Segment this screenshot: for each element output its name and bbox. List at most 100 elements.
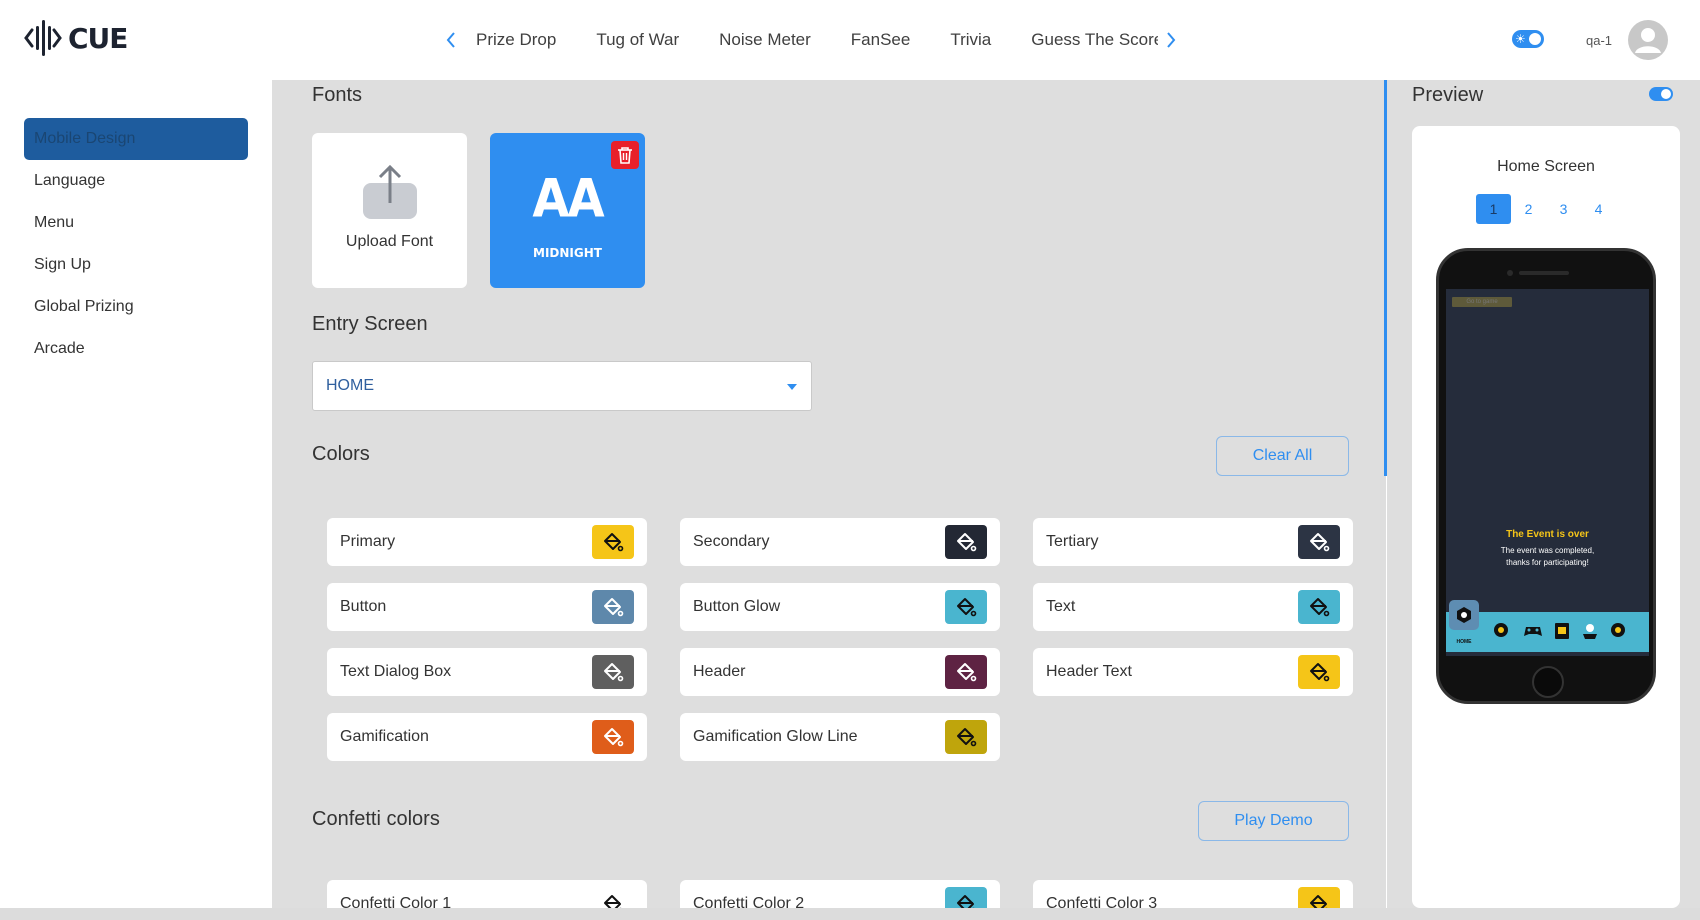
upload-font-card[interactable]: Upload Font (312, 133, 467, 288)
preview-title: Preview (1412, 84, 1484, 106)
phone-bottom-nav: HOME (1446, 600, 1649, 652)
tabs-prev-button[interactable] (438, 22, 464, 58)
preview-toggle[interactable] (1649, 87, 1673, 101)
prize-badge-icon[interactable] (1610, 622, 1626, 640)
color-card-button-glow[interactable]: Button Glow (680, 583, 1000, 631)
user-icon (1635, 28, 1661, 53)
sun-icon: ☀ (1515, 32, 1526, 46)
tabs-next-button[interactable] (1158, 22, 1184, 58)
phone-camera (1507, 270, 1513, 276)
sidebar: Mobile Design Language Menu Sign Up Glob… (0, 80, 272, 908)
color-label: Gamification Glow Line (693, 728, 858, 745)
entry-screen-value: HOME (326, 377, 374, 394)
phone-speaker (1519, 271, 1569, 275)
play-demo-button[interactable]: Play Demo (1198, 801, 1349, 841)
caret-down-icon (787, 384, 797, 390)
phone-screen: Go to game The Event is over The event w… (1446, 289, 1649, 656)
color-card-secondary[interactable]: Secondary (680, 518, 1000, 566)
sidebar-item-sign-up[interactable]: Sign Up (24, 244, 248, 286)
color-card-gamification[interactable]: Gamification (327, 713, 647, 761)
color-label: Primary (340, 533, 396, 550)
color-swatch-button[interactable] (1298, 655, 1340, 689)
toggle-knob (1529, 33, 1541, 45)
soundwave-logo-icon (24, 20, 62, 56)
event-title: The Event is over (1506, 529, 1589, 540)
tab-trivia[interactable]: Trivia (950, 30, 991, 50)
page-4-button[interactable]: 4 (1581, 194, 1616, 224)
color-card-button[interactable]: Button (327, 583, 647, 631)
trophy-badge-icon[interactable] (1493, 622, 1509, 640)
event-message: The event was completed, thanks for part… (1446, 545, 1649, 569)
tab-fansee[interactable]: FanSee (851, 30, 911, 50)
color-swatch-button[interactable] (945, 655, 987, 689)
confetti-title: Confetti colors (312, 808, 440, 830)
mascot-icon[interactable] (1582, 622, 1598, 640)
chevron-left-icon (446, 32, 455, 48)
delete-font-button[interactable] (611, 141, 639, 169)
logo-text: CUE (68, 21, 128, 55)
user-name: qa-1 (1586, 33, 1613, 48)
color-card-gamification-glow-line[interactable]: Gamification Glow Line (680, 713, 1000, 761)
font-preview-glyph: AA (532, 168, 604, 230)
color-card-header[interactable]: Header (680, 648, 1000, 696)
sidebar-item-global-prizing[interactable]: Global Prizing (24, 286, 248, 328)
color-label: Text (1046, 598, 1076, 615)
sidebar-item-mobile-design[interactable]: Mobile Design (24, 118, 248, 160)
phone-home-button (1532, 666, 1564, 698)
nav-home-tile[interactable] (1449, 600, 1479, 630)
page-1-button[interactable]: 1 (1476, 194, 1511, 224)
color-card-header-text[interactable]: Header Text (1033, 648, 1353, 696)
page-3-button[interactable]: 3 (1546, 194, 1581, 224)
tab-noise-meter[interactable]: Noise Meter (719, 30, 811, 50)
fonts-title: Fonts (312, 84, 363, 106)
sidebar-item-arcade[interactable]: Arcade (24, 328, 248, 370)
game-tabs: Prize Drop Tug of War Noise Meter FanSee… (438, 22, 1184, 58)
color-card-primary[interactable]: Primary (327, 518, 647, 566)
card-icon[interactable] (1554, 622, 1570, 640)
home-badge-icon (1457, 607, 1471, 623)
tab-tug-of-war[interactable]: Tug of War (596, 30, 679, 50)
color-label: Header (693, 663, 746, 680)
color-swatch-button[interactable] (1298, 590, 1340, 624)
color-swatch-button[interactable] (1298, 525, 1340, 559)
event-message-line-2: thanks for participating! (1506, 558, 1589, 567)
color-swatch-button[interactable] (945, 590, 987, 624)
color-swatch-button[interactable] (945, 525, 987, 559)
upload-font-label: Upload Font (345, 233, 434, 250)
theme-toggle[interactable]: ☀ (1512, 30, 1544, 48)
color-label: Tertiary (1046, 533, 1099, 550)
sidebar-item-menu[interactable]: Menu (24, 202, 248, 244)
cue-logo[interactable]: CUE (24, 18, 128, 58)
entry-screen-select[interactable]: HOME (312, 361, 812, 411)
entry-screen-title: Entry Screen (312, 313, 428, 335)
tab-guess-the-score[interactable]: Guess The Score (1031, 30, 1158, 50)
preview-card: Home Screen 1 2 3 4 Go to game The Event… (1412, 126, 1680, 908)
font-name: MIDNIGHT (533, 246, 602, 260)
colors-title: Colors (312, 443, 370, 465)
color-swatch-button[interactable] (592, 655, 634, 689)
color-card-text[interactable]: Text (1033, 583, 1353, 631)
color-swatch-button[interactable] (592, 525, 634, 559)
sidebar-item-language[interactable]: Language (24, 160, 248, 202)
color-card-text-dialog-box[interactable]: Text Dialog Box (327, 648, 647, 696)
color-label: Secondary (693, 533, 770, 550)
color-card-tertiary[interactable]: Tertiary (1033, 518, 1353, 566)
color-label: Button (340, 598, 387, 615)
color-swatch-button[interactable] (945, 720, 987, 754)
go-to-game-button[interactable]: Go to game (1452, 297, 1512, 307)
color-swatch-button[interactable] (592, 720, 634, 754)
tab-prize-drop[interactable]: Prize Drop (476, 30, 556, 50)
avatar[interactable] (1628, 20, 1668, 60)
paint-bucket-icon (604, 728, 624, 747)
clear-all-button[interactable]: Clear All (1216, 436, 1349, 476)
font-card-midnight[interactable]: AA MIDNIGHT (490, 133, 645, 288)
event-message-line-1: The event was completed, (1500, 546, 1595, 555)
page-2-button[interactable]: 2 (1511, 194, 1546, 224)
tab-track: Prize Drop Tug of War Noise Meter FanSee… (464, 30, 1158, 50)
upload-icon (363, 164, 417, 219)
paint-bucket-icon (957, 728, 977, 747)
gamepad-icon[interactable] (1523, 622, 1543, 640)
color-swatch-button[interactable] (592, 590, 634, 624)
paint-bucket-icon (957, 663, 977, 682)
paint-bucket-icon (604, 533, 624, 552)
